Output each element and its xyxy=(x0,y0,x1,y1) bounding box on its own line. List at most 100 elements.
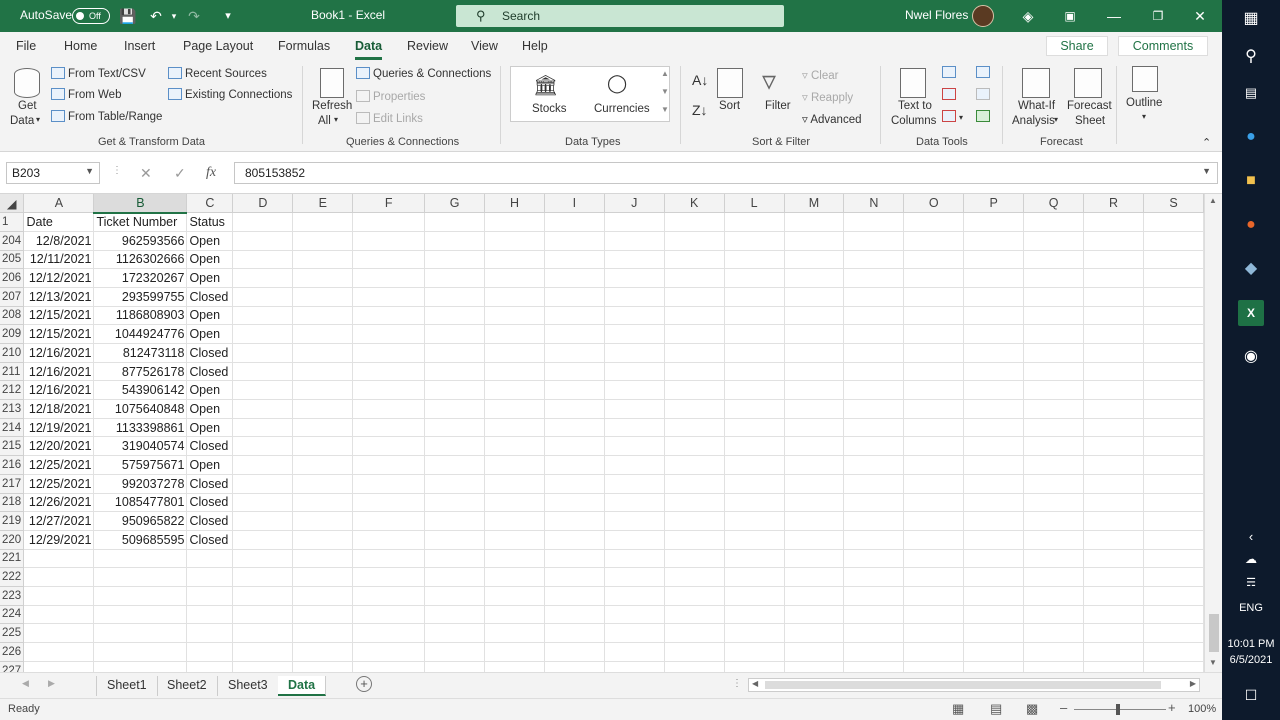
cell[interactable] xyxy=(93,623,188,643)
cell[interactable] xyxy=(484,380,545,401)
cancel-icon[interactable]: ✕ xyxy=(140,165,152,182)
cell[interactable] xyxy=(232,212,294,232)
cell[interactable] xyxy=(963,362,1025,382)
cell[interactable] xyxy=(1083,474,1144,494)
cell[interactable] xyxy=(784,268,845,288)
cell[interactable] xyxy=(544,212,605,232)
cell-status[interactable]: Open xyxy=(186,250,234,270)
cell[interactable] xyxy=(724,250,785,270)
cell[interactable] xyxy=(963,324,1025,344)
cell-header-status[interactable]: Status xyxy=(186,212,234,232)
zoom-slider[interactable] xyxy=(1074,709,1166,710)
cell[interactable] xyxy=(424,380,486,401)
cell[interactable] xyxy=(424,362,486,382)
cell-status[interactable]: Closed xyxy=(186,287,234,307)
cell[interactable] xyxy=(784,287,845,307)
cell[interactable] xyxy=(292,418,354,438)
column-header[interactable]: D xyxy=(232,194,294,214)
cell[interactable] xyxy=(544,399,605,419)
cell[interactable] xyxy=(903,306,965,326)
chevron-down-icon[interactable]: ▾ xyxy=(36,115,40,124)
cell-status[interactable]: Closed xyxy=(186,436,234,457)
cell[interactable] xyxy=(352,324,426,344)
cell[interactable] xyxy=(604,567,665,587)
obs-icon[interactable]: ◉ xyxy=(1238,344,1264,370)
excel-icon[interactable]: X xyxy=(1238,300,1264,326)
cell[interactable] xyxy=(292,623,354,643)
cell[interactable] xyxy=(724,306,785,326)
cell[interactable] xyxy=(1143,343,1204,363)
comments-button[interactable]: Comments xyxy=(1118,36,1208,56)
cell[interactable] xyxy=(1143,306,1204,326)
cell[interactable] xyxy=(903,250,965,270)
cell[interactable] xyxy=(1143,418,1204,438)
cell[interactable] xyxy=(784,436,845,457)
cell[interactable] xyxy=(424,343,486,363)
row-header[interactable]: 220 xyxy=(0,530,25,550)
cell-ticket-number[interactable]: 1085477801 xyxy=(93,493,188,513)
cell[interactable] xyxy=(186,661,234,672)
cell-ticket-number[interactable]: 950965822 xyxy=(93,511,188,531)
cell[interactable] xyxy=(424,605,486,625)
language-indicator[interactable]: ENG xyxy=(1222,602,1280,614)
cell[interactable] xyxy=(352,380,426,401)
get-data-label2[interactable]: Data xyxy=(10,115,34,127)
cell[interactable] xyxy=(292,493,354,513)
cell[interactable] xyxy=(1083,511,1144,531)
cell[interactable] xyxy=(843,511,905,531)
clock-date[interactable]: 6/5/2021 xyxy=(1222,654,1280,666)
diamond-icon[interactable]: ◈ xyxy=(1018,6,1038,26)
sheet-tab-3[interactable]: Sheet3 xyxy=(218,676,279,696)
cell[interactable] xyxy=(93,605,188,625)
cell[interactable] xyxy=(1143,436,1204,457)
column-header[interactable]: J xyxy=(604,194,665,214)
cell-date[interactable]: 12/29/2021 xyxy=(23,530,95,550)
network-icon[interactable]: ☴ xyxy=(1238,570,1264,596)
cell[interactable] xyxy=(424,661,486,672)
cell[interactable] xyxy=(724,623,785,643)
sort-za-icon[interactable]: Z↓ xyxy=(692,102,708,118)
cell[interactable] xyxy=(352,212,426,232)
cell-status[interactable]: Closed xyxy=(186,530,234,550)
cell[interactable] xyxy=(724,530,785,550)
tab-insert[interactable]: Insert xyxy=(124,39,155,53)
cell[interactable] xyxy=(424,474,486,494)
cell[interactable] xyxy=(784,511,845,531)
user-name[interactable]: Nwel Flores xyxy=(905,8,968,22)
cell[interactable] xyxy=(604,380,665,401)
cell[interactable] xyxy=(352,399,426,419)
cell[interactable] xyxy=(843,343,905,363)
remove-duplicates-icon[interactable] xyxy=(942,88,959,101)
cell[interactable] xyxy=(484,418,545,438)
cell[interactable] xyxy=(963,231,1025,251)
cell[interactable] xyxy=(292,250,354,270)
cell[interactable] xyxy=(724,511,785,531)
cell-date[interactable]: 12/18/2021 xyxy=(23,399,95,419)
cell[interactable] xyxy=(784,455,845,475)
relationships-icon[interactable] xyxy=(976,88,993,101)
cell-ticket-number[interactable]: 992037278 xyxy=(93,474,188,494)
cell[interactable] xyxy=(1083,250,1144,270)
stocks-label[interactable]: Stocks xyxy=(532,103,567,115)
tab-review[interactable]: Review xyxy=(407,39,448,53)
cell[interactable] xyxy=(484,212,545,232)
cell[interactable] xyxy=(604,605,665,625)
cell[interactable] xyxy=(292,586,354,606)
row-header[interactable]: 214 xyxy=(0,418,25,438)
cell[interactable] xyxy=(352,436,426,457)
cell[interactable] xyxy=(784,474,845,494)
cell[interactable] xyxy=(544,324,605,344)
row-header[interactable]: 217 xyxy=(0,474,25,494)
cell[interactable] xyxy=(604,549,665,569)
cell-date[interactable]: 12/25/2021 xyxy=(23,455,95,475)
file-explorer-icon[interactable]: ■ xyxy=(1238,168,1264,194)
tab-formulas[interactable]: Formulas xyxy=(278,39,330,53)
cell-date[interactable]: 12/15/2021 xyxy=(23,324,95,344)
cell[interactable] xyxy=(784,306,845,326)
cell[interactable] xyxy=(544,530,605,550)
cell[interactable] xyxy=(903,380,965,401)
column-header[interactable]: R xyxy=(1083,194,1144,214)
cell-status[interactable]: Closed xyxy=(186,493,234,513)
cell[interactable] xyxy=(903,343,965,363)
cell[interactable] xyxy=(292,231,354,251)
